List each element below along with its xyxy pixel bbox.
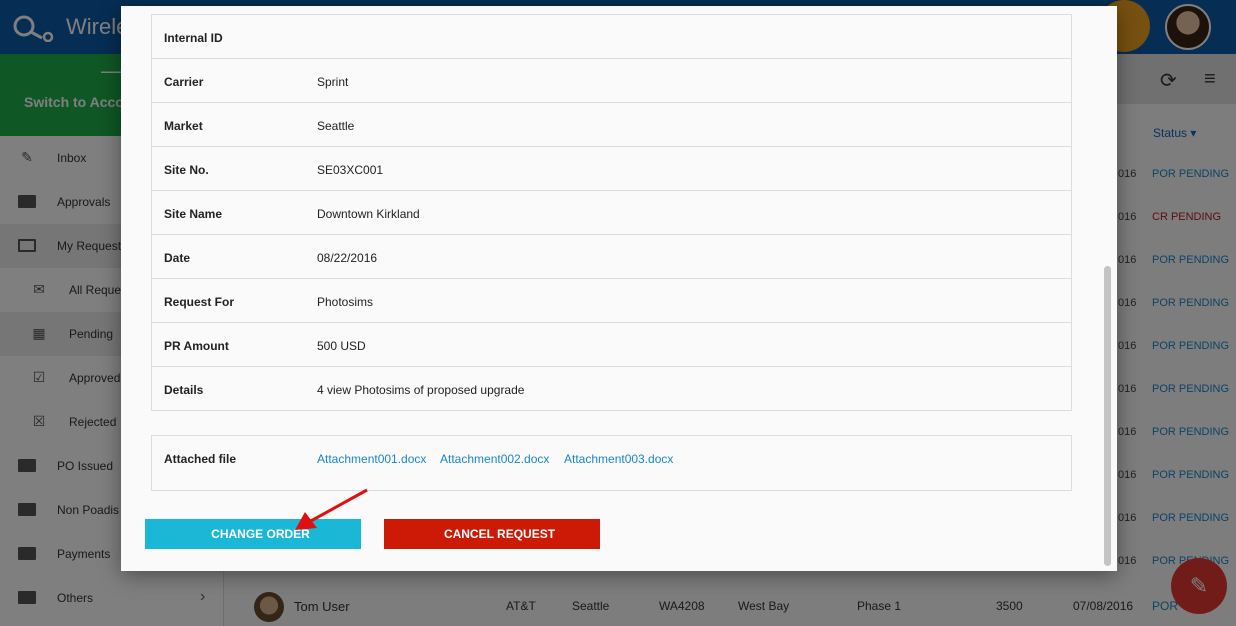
detail-value: Downtown Kirkland: [317, 207, 420, 221]
detail-key: Site Name: [164, 207, 223, 221]
detail-value: 08/22/2016: [317, 251, 378, 265]
detail-key: Carrier: [164, 75, 204, 89]
dialog-scrollbar[interactable]: [1104, 266, 1111, 566]
detail-row: Market Seattle: [152, 102, 1071, 146]
detail-row: PR Amount 500 USD: [152, 322, 1071, 366]
detail-value: 4 view Photosims of proposed upgrade: [317, 383, 525, 397]
detail-row: Details 4 view Photosims of proposed upgr…: [152, 366, 1071, 410]
detail-key: Internal ID: [164, 31, 223, 45]
request-detail-dialog: Internal ID Carrier Sprint Market Seattle Sit…: [121, 6, 1117, 571]
detail-value: Seattle: [317, 119, 355, 133]
attachments-section: Attached file Attachment001.docx Attachm…: [151, 435, 1072, 491]
cancel-request-button[interactable]: CANCEL REQUEST: [384, 519, 600, 549]
detail-row: Site Name Downtown Kirkland: [152, 190, 1071, 234]
annotation-arrow-icon: [295, 488, 368, 530]
detail-key: PR Amount: [164, 339, 229, 353]
attached-file-label: Attached file: [164, 452, 237, 466]
attachment-link[interactable]: Attachment003.docx: [564, 452, 673, 466]
detail-key: Market: [164, 119, 203, 133]
detail-value: SE03XC001: [317, 163, 384, 177]
attachment-link[interactable]: Attachment001.docx: [317, 452, 426, 466]
detail-key: Request For: [164, 295, 235, 309]
detail-key: Details: [164, 383, 204, 397]
detail-key: Date: [164, 251, 191, 265]
detail-row: Site No. SE03XC001: [152, 146, 1071, 190]
detail-row: Date 08/22/2016: [152, 234, 1071, 278]
detail-value: Photosims: [317, 295, 374, 309]
detail-table: Internal ID Carrier Sprint Market Seattle Sit…: [151, 14, 1072, 411]
detail-row: Internal ID: [152, 14, 1071, 58]
detail-row: Carrier Sprint: [152, 58, 1071, 102]
detail-value: Sprint: [317, 75, 349, 89]
attachment-link[interactable]: Attachment002.docx: [440, 452, 549, 466]
detail-key: Site No.: [164, 163, 209, 177]
detail-row: Request For Photosims: [152, 278, 1071, 322]
detail-value: 500 USD: [317, 339, 366, 353]
